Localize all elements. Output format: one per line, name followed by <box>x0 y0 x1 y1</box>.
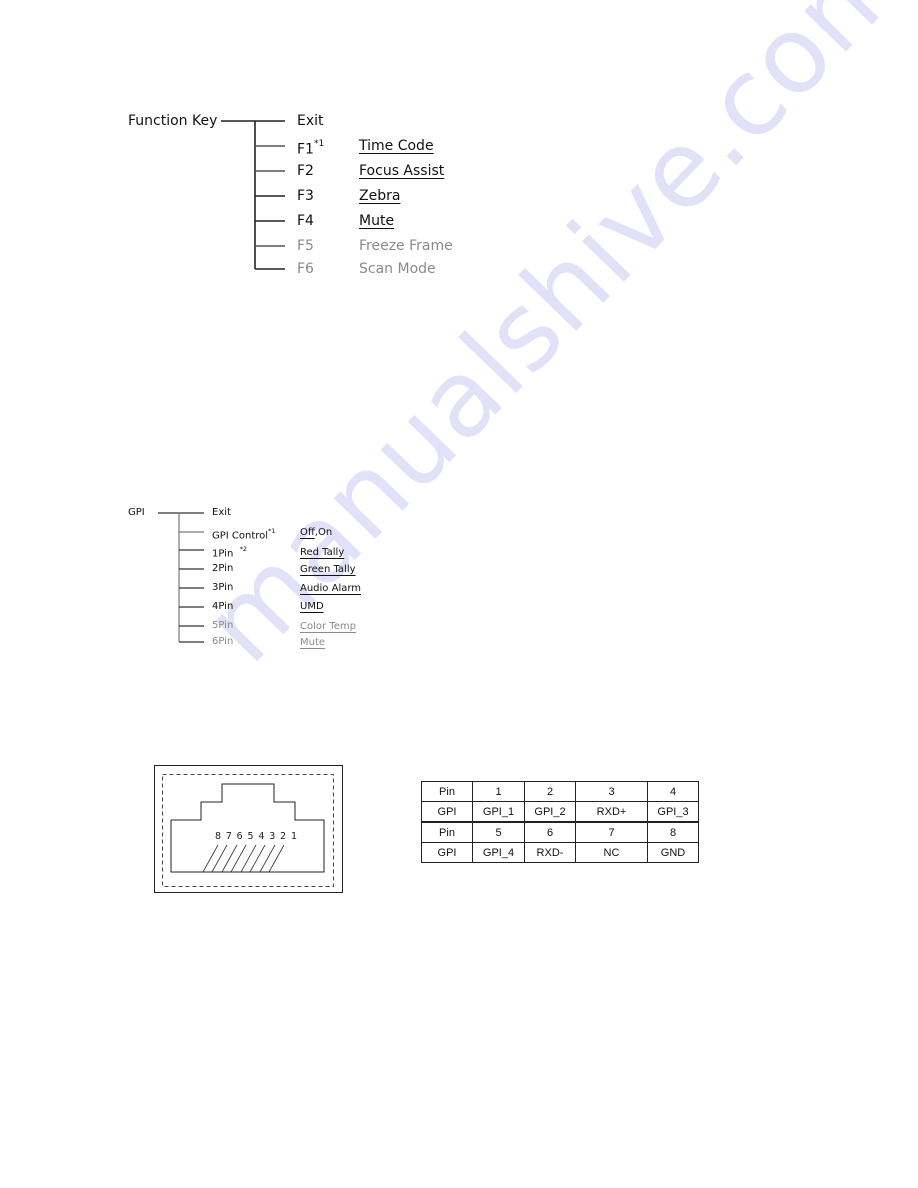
tree-connector-lines <box>154 120 343 893</box>
gpi-4pin-value: UMD <box>300 601 324 612</box>
table-cell: 4 <box>647 781 699 802</box>
table-row: Pin 5 6 7 8 <box>421 821 699 843</box>
table-cell: 6 <box>524 821 576 843</box>
table-cell: RXD+ <box>575 801 648 823</box>
gpi-control-value: Off,On <box>300 527 333 538</box>
function-key-f6: F6 <box>297 261 314 277</box>
rj45-connector-drawing <box>154 765 343 893</box>
function-key-f4: F4 <box>297 213 314 229</box>
function-key-root-label: Function Key <box>128 113 218 129</box>
gpi-tree-lines <box>158 512 204 643</box>
gpi-4pin: 4Pin <box>212 601 234 612</box>
table-row: Pin 1 2 3 4 <box>421 781 699 802</box>
gpi-control-default-value: Off <box>300 527 315 538</box>
function-key-f5-value: Freeze Frame <box>359 238 453 254</box>
table-cell: 1 <box>472 781 525 802</box>
footnote-marker: *2 <box>239 544 248 553</box>
table-cell: 7 <box>575 821 648 843</box>
table-cell: GPI_4 <box>472 842 525 863</box>
table-row: GPI GPI_4 RXD- NC GND <box>421 842 699 863</box>
function-key-f1: F1*1 <box>297 139 325 158</box>
table-cell: NC <box>575 842 648 863</box>
table-cell: GPI_1 <box>472 801 525 823</box>
gpi-2pin-value: Green Tally <box>300 564 356 575</box>
gpi-6pin-value: Mute <box>300 637 326 648</box>
footnote-marker: *1 <box>313 139 325 150</box>
function-key-f3-value: Zebra <box>359 188 401 204</box>
table-cell: Pin <box>421 821 473 843</box>
connector-pin-numbers: 8 7 6 5 4 3 2 1 <box>215 831 297 842</box>
table-cell: GND <box>647 842 699 863</box>
function-key-f6-value: Scan Mode <box>359 261 436 277</box>
gpi-3pin-value: Audio Alarm <box>300 583 362 594</box>
function-key-tree-lines <box>221 120 285 270</box>
function-key-f4-value: Mute <box>359 213 395 229</box>
table-cell: 5 <box>472 821 525 843</box>
function-key-f3: F3 <box>297 188 314 204</box>
gpi-control: GPI Control*1 <box>212 526 276 542</box>
table-row: GPI GPI_1 GPI_2 RXD+ GPI_3 <box>421 801 699 823</box>
function-key-exit: Exit <box>297 113 324 129</box>
function-key-f1-value: Time Code <box>359 138 434 154</box>
table-cell: GPI <box>421 842 473 863</box>
function-key-f2: F2 <box>297 163 314 179</box>
gpi-1pin: 1Pin *2 <box>212 544 248 560</box>
table-cell: 3 <box>575 781 648 802</box>
function-key-f5: F5 <box>297 238 314 254</box>
gpi-2pin: 2Pin <box>212 563 234 574</box>
gpi-root-label: GPI <box>128 507 145 518</box>
function-key-f2-value: Focus Assist <box>359 163 445 179</box>
pin-hatch-lines <box>202 844 285 873</box>
gpi-3pin: 3Pin <box>212 582 234 593</box>
table-cell: 8 <box>647 821 699 843</box>
table-cell: GPI_3 <box>647 801 699 823</box>
gpi-pin-table: Pin 1 2 3 4 GPI GPI_1 GPI_2 RXD+ GPI_3 P… <box>421 781 699 863</box>
table-cell: Pin <box>421 781 473 802</box>
table-cell: 2 <box>524 781 576 802</box>
footnote-marker: *1 <box>268 526 276 535</box>
gpi-5pin: 5Pin <box>212 620 234 631</box>
gpi-6pin: 6Pin <box>212 636 234 647</box>
table-cell: RXD- <box>524 842 576 863</box>
table-cell: GPI <box>421 801 473 823</box>
table-cell: GPI_2 <box>524 801 576 823</box>
gpi-1pin-value: Red Tally <box>300 547 345 558</box>
gpi-5pin-value: Color Temp <box>300 621 356 632</box>
gpi-exit: Exit <box>212 507 231 518</box>
